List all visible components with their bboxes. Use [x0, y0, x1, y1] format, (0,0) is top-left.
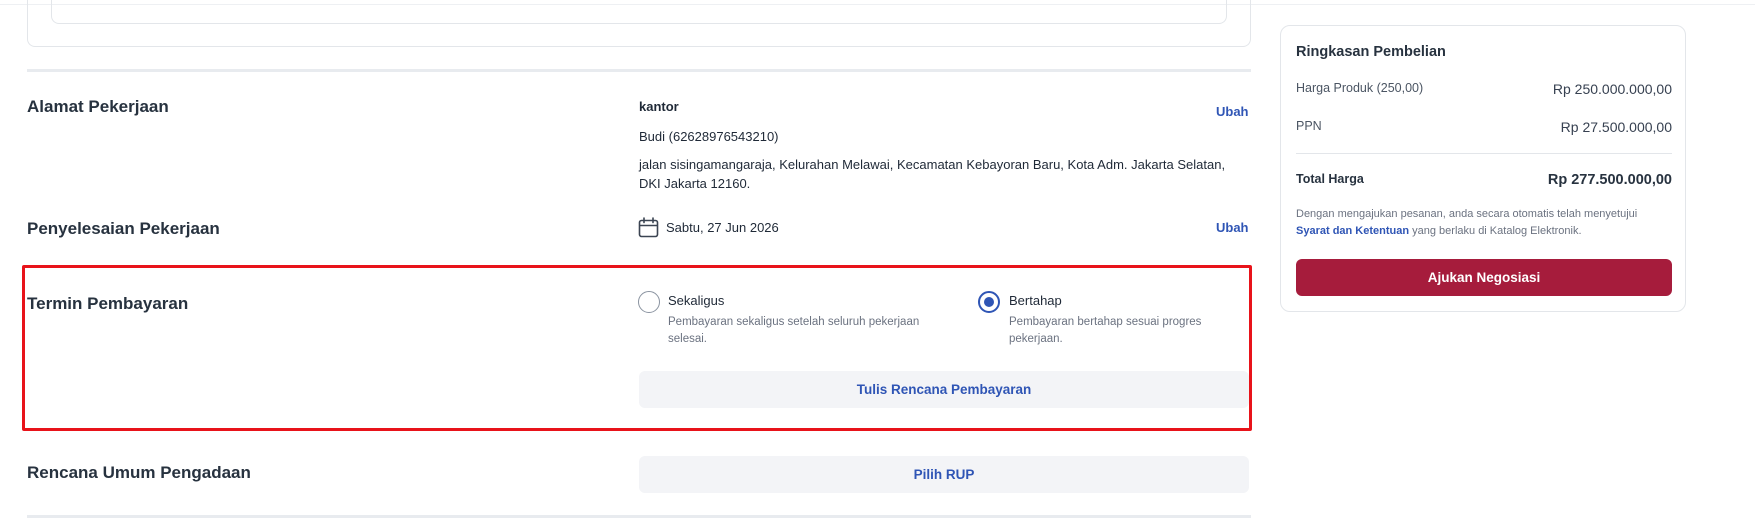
submit-negotiation-button[interactable]: Ajukan Negosiasi	[1296, 259, 1672, 296]
address-section-title: Alamat Pekerjaan	[27, 97, 169, 116]
summary-title: Ringkasan Pembelian	[1296, 44, 1446, 60]
terms-prefix: Dengan mengajukan pesanan, anda secara o…	[1296, 208, 1638, 220]
radio-sekaligus[interactable]	[638, 291, 660, 313]
choose-rup-button[interactable]: Pilih RUP	[639, 456, 1249, 493]
product-price-value: Rp 250.000.000,00	[1552, 81, 1672, 97]
option-bertahap-desc-1: Pembayaran bertahap sesuai progres	[1009, 316, 1202, 328]
option-sekaligus-label: Sekaligus	[668, 293, 725, 308]
option-sekaligus-desc-1: Pembayaran sekaligus setelah seluruh pek…	[668, 316, 920, 328]
total-label: Total Harga	[1296, 172, 1364, 186]
completion-section-title: Penyelesaian Pekerjaan	[27, 219, 220, 238]
radio-bertahap[interactable]	[978, 291, 1000, 313]
completion-date: Sabtu, 27 Jun 2026	[666, 220, 779, 235]
write-payment-plan-button[interactable]: Tulis Rencana Pembayaran	[639, 371, 1249, 408]
edit-address-link[interactable]: Ubah	[1216, 104, 1249, 119]
terms-link[interactable]: Syarat dan Ketentuan	[1296, 225, 1409, 237]
section-divider-bottom	[27, 515, 1251, 518]
option-sekaligus-desc-2: selesai.	[668, 333, 707, 345]
total-value: Rp 277.500.000,00	[1547, 172, 1672, 188]
previous-section-inner-card	[51, 0, 1227, 24]
option-bertahap-desc-2: pekerjaan.	[1009, 333, 1063, 345]
calendar-icon	[638, 217, 659, 238]
address-line-2: DKI Jakarta 12160.	[639, 176, 751, 191]
procurement-plan-section-title: Rencana Umum Pengadaan	[27, 463, 251, 482]
address-line-1: jalan sisingamangaraja, Kelurahan Melawa…	[639, 157, 1226, 172]
section-divider	[27, 69, 1251, 72]
tax-value: Rp 27.500.000,00	[1560, 119, 1672, 135]
address-label: kantor	[639, 99, 679, 114]
tax-label: PPN	[1296, 119, 1322, 133]
edit-completion-link[interactable]: Ubah	[1216, 220, 1249, 235]
summary-divider	[1296, 153, 1672, 154]
terms-suffix: yang berlaku di Katalog Elektronik.	[1409, 225, 1582, 237]
terms-text: Dengan mengajukan pesanan, anda secara o…	[1296, 206, 1672, 240]
payment-term-section-title: Termin Pembayaran	[27, 294, 189, 313]
address-contact: Budi (62628976543210)	[639, 129, 779, 144]
product-price-label: Harga Produk (250,00)	[1296, 81, 1424, 95]
option-bertahap-label: Bertahap	[1009, 293, 1062, 308]
